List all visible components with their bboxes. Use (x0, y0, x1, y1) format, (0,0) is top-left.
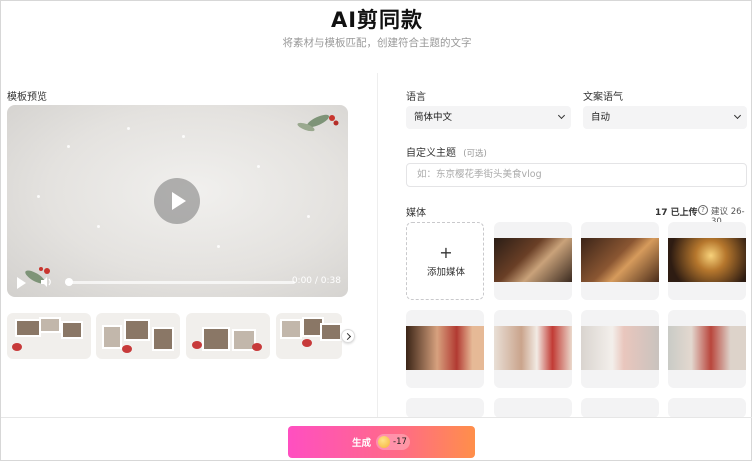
tone-label: 文案语气 (583, 92, 623, 103)
snow-dot (257, 165, 260, 168)
media-photo (406, 326, 484, 370)
media-item[interactable] (668, 222, 746, 300)
media-item[interactable] (581, 398, 659, 418)
berry-decoration (192, 341, 202, 349)
page-subtitle: 将素材与模板匹配，创建符合主题的文字 (282, 37, 472, 49)
thumb-photo (280, 319, 302, 339)
thumb-photo (102, 325, 122, 349)
plus-icon: + (439, 243, 453, 262)
snow-dot (217, 245, 220, 248)
berry-decoration (252, 343, 262, 351)
media-item[interactable] (494, 222, 572, 300)
time-readout: 0:00 / 0:38 (291, 276, 341, 286)
media-photo (668, 238, 746, 282)
chevron-down-icon (733, 111, 742, 120)
template-thumbnail[interactable] (186, 313, 270, 359)
credit-cost: -17 (393, 437, 407, 447)
thumb-photo (61, 321, 83, 339)
media-photo (494, 326, 572, 370)
berry-decoration (12, 343, 22, 351)
custom-theme-input[interactable]: 如：东京樱花季街头美食vlog (406, 163, 747, 187)
thumb-photo (320, 323, 342, 341)
language-select[interactable]: 简体中文 (406, 106, 571, 129)
help-icon[interactable]: ? (698, 205, 708, 215)
tone-select[interactable]: 自动 (583, 106, 747, 129)
thumb-photo (15, 319, 41, 337)
language-label: 语言 (406, 92, 426, 103)
media-item[interactable] (581, 222, 659, 300)
progress-handle[interactable] (65, 278, 73, 286)
theme-optional-hint: (可选) (463, 149, 487, 159)
coin-icon (378, 436, 390, 448)
media-photo (581, 238, 659, 282)
column-divider (377, 73, 378, 418)
thumb-photo (39, 317, 61, 333)
template-thumbnail[interactable] (276, 313, 342, 359)
snow-dot (97, 225, 100, 228)
thumb-photo (124, 319, 150, 341)
tone-select-value: 自动 (591, 112, 611, 123)
snow-dot (307, 215, 310, 218)
snow-dot (182, 135, 185, 138)
thumbnail-next-button[interactable] (341, 329, 355, 343)
media-item[interactable] (406, 398, 484, 418)
theme-label: 自定义主题 (可选) (406, 144, 487, 159)
media-label: 媒体 (406, 208, 426, 219)
progress-track[interactable] (65, 281, 295, 284)
play-icon[interactable] (17, 277, 26, 289)
template-thumbnail[interactable] (7, 313, 91, 359)
berry-decoration (302, 339, 312, 347)
language-select-value: 简体中文 (414, 112, 453, 123)
media-photo (581, 326, 659, 370)
holly-decoration-icon (297, 114, 339, 132)
berry-decoration (122, 345, 132, 353)
template-thumbnail[interactable] (96, 313, 180, 359)
thumb-photo (202, 327, 230, 351)
snow-dot (127, 127, 130, 130)
preview-label: 模板预览 (7, 92, 47, 103)
snow-dot (37, 195, 40, 198)
app-window: AI剪同款 将素材与模板匹配，创建符合主题的文字 模板预览 0:00 / 0:3… (0, 0, 752, 461)
media-item[interactable] (494, 310, 572, 388)
media-item[interactable] (406, 310, 484, 388)
media-item[interactable] (581, 310, 659, 388)
volume-icon[interactable] (39, 275, 53, 289)
video-player[interactable]: 0:00 / 0:38 (7, 105, 348, 297)
media-photo (668, 326, 746, 370)
generate-label: 生成 (352, 438, 372, 449)
theme-label-text: 自定义主题 (406, 148, 456, 159)
thumb-photo (152, 327, 174, 351)
chevron-down-icon (557, 111, 566, 120)
play-overlay-button[interactable] (154, 178, 200, 224)
add-media-label: 添加媒体 (426, 267, 465, 278)
media-photo (494, 238, 572, 282)
media-item[interactable] (668, 310, 746, 388)
snow-dot (67, 145, 70, 148)
media-item[interactable] (494, 398, 572, 418)
media-item[interactable] (668, 398, 746, 418)
uploaded-count: 17 已上传 (655, 208, 698, 218)
credit-badge: -17 (376, 434, 410, 450)
add-media-button[interactable]: + 添加媒体 (406, 222, 484, 300)
generate-button[interactable]: 生成 -17 (288, 426, 475, 458)
footer-divider (1, 417, 752, 418)
page-title: AI剪同款 (330, 8, 424, 32)
